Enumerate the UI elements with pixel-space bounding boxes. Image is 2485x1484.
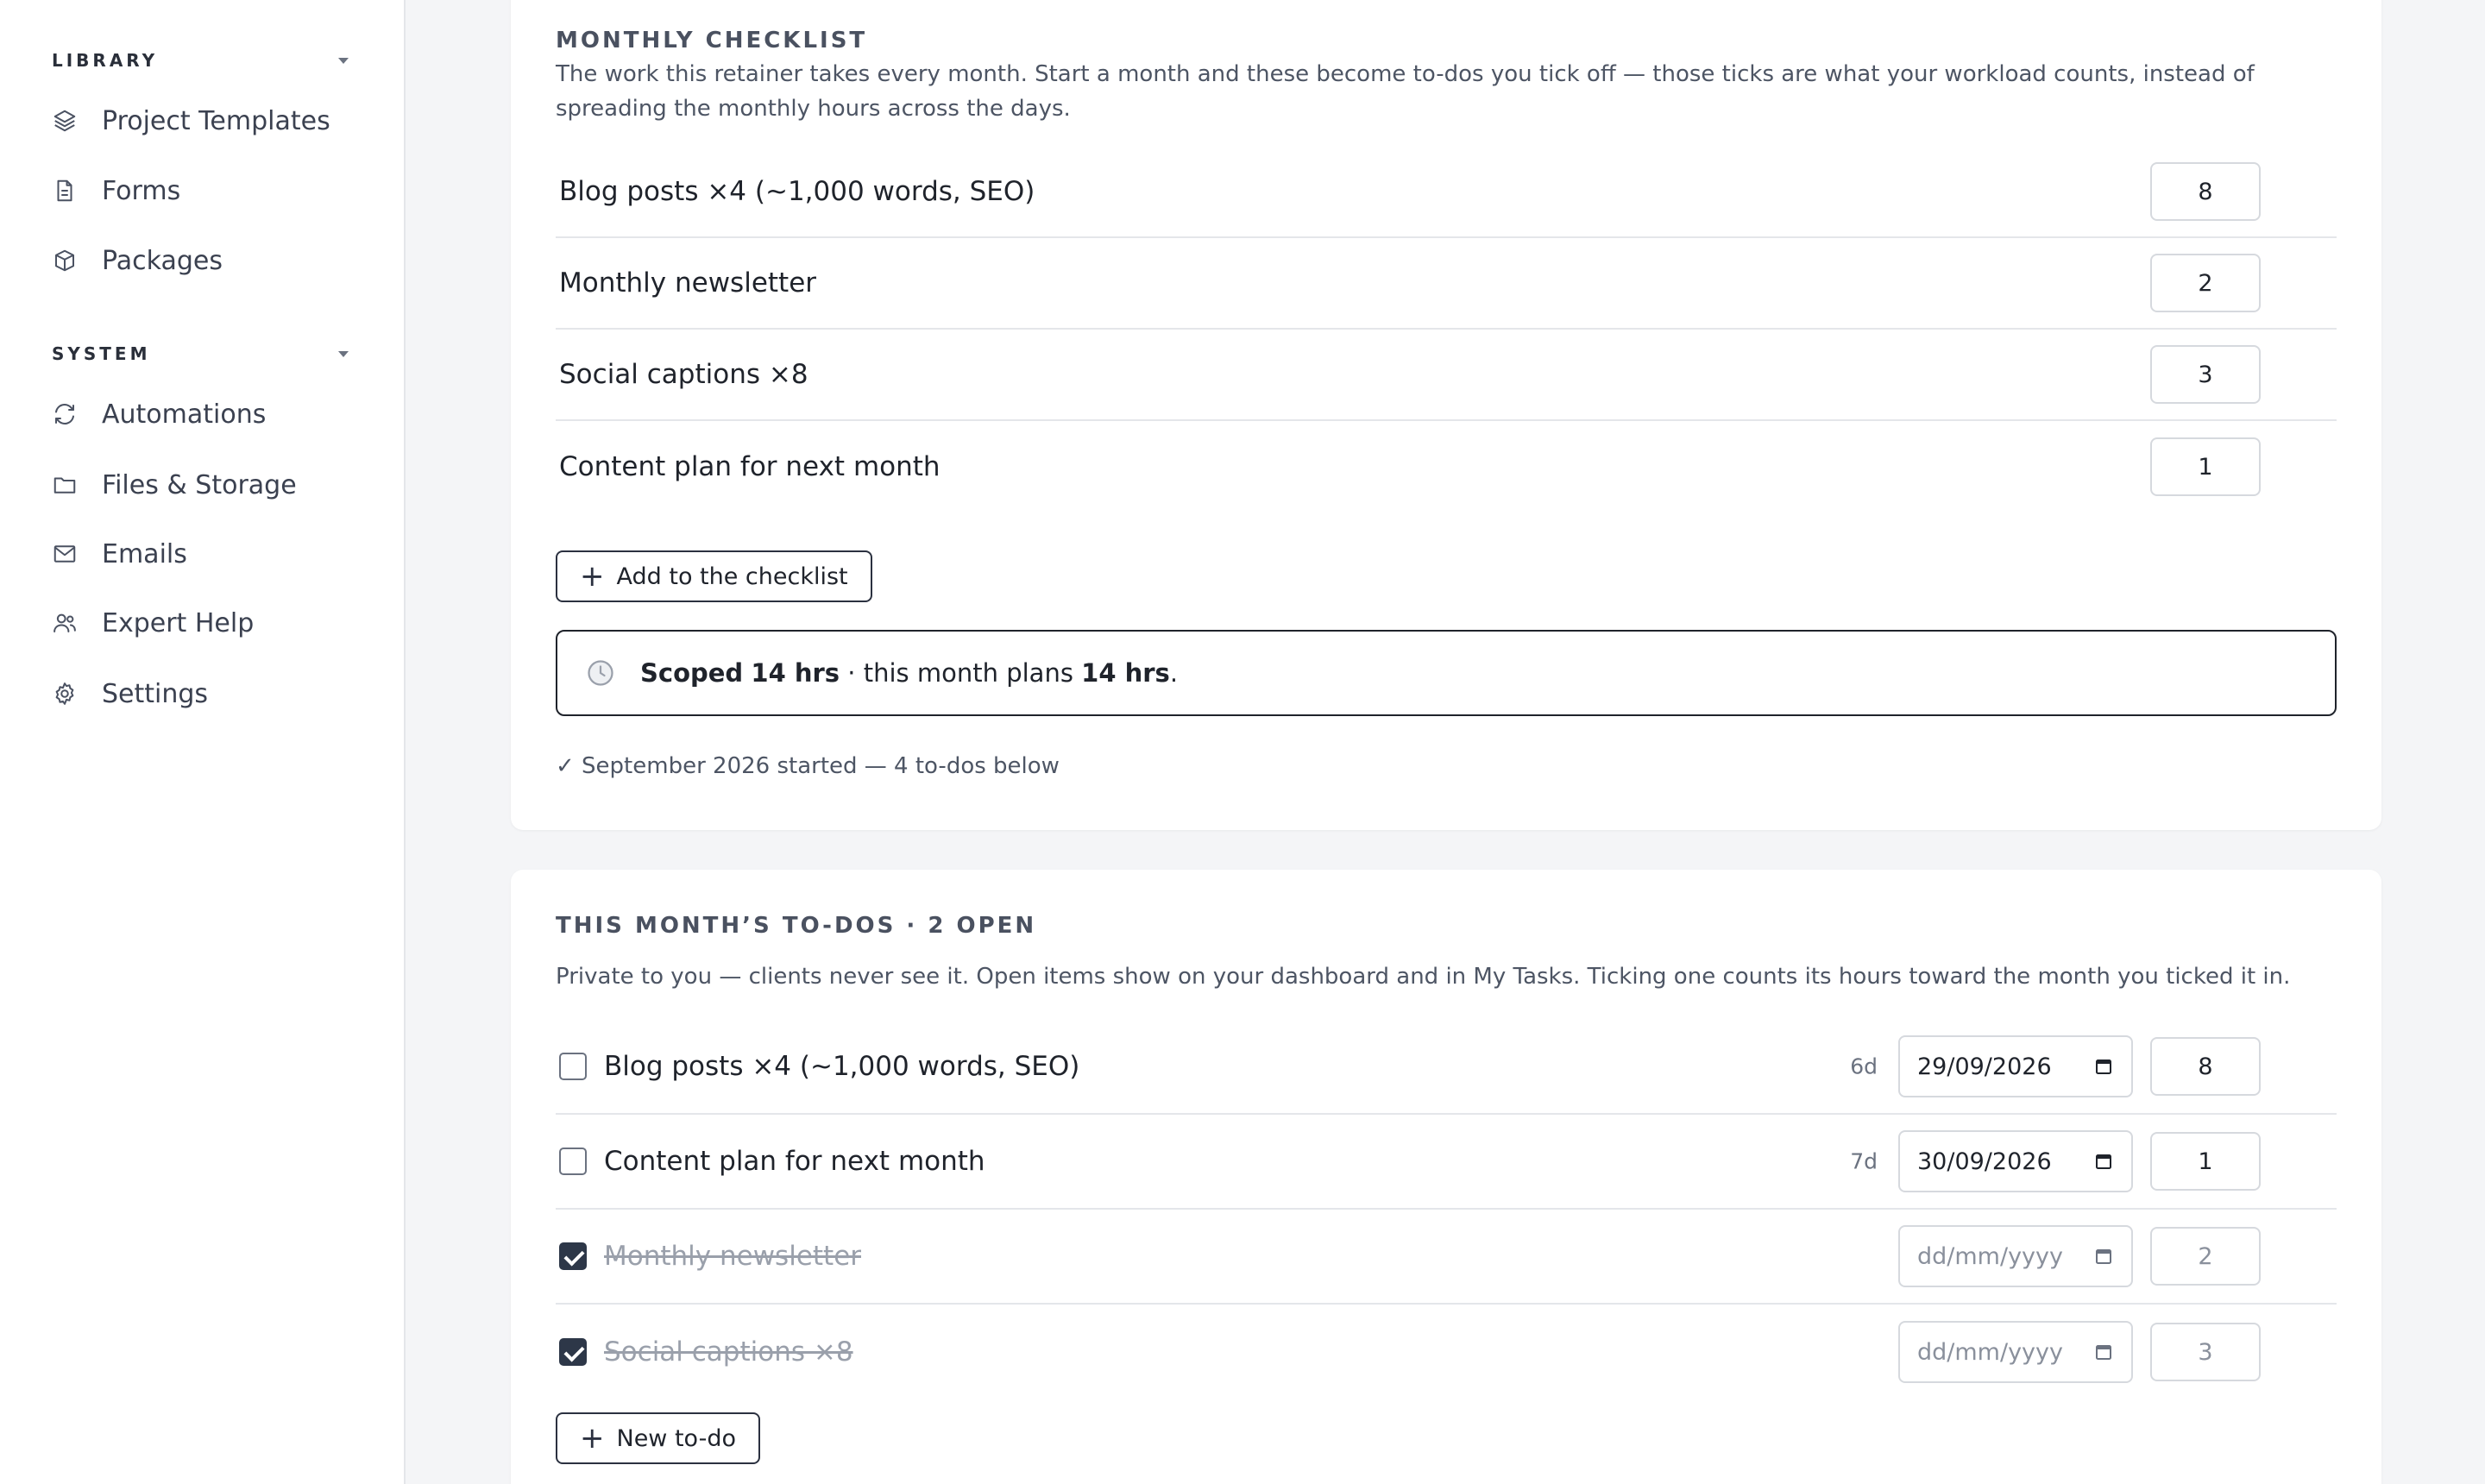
chevron-down-icon[interactable] bbox=[338, 350, 349, 357]
todo-label: Social captions ×8 bbox=[604, 1336, 853, 1368]
days-remaining: 7d bbox=[1850, 1148, 1878, 1174]
summary-end: . bbox=[1169, 658, 1179, 688]
sidebar-item-settings[interactable]: Settings bbox=[52, 672, 369, 715]
refresh-icon bbox=[55, 404, 74, 424]
sidebar-item-label: Packages bbox=[102, 245, 223, 276]
summary-middle: · this month plans bbox=[840, 658, 1082, 688]
checklist-row: Social captions ×8 3 bbox=[556, 330, 2337, 421]
sidebar-item-project-templates[interactable]: Project Templates bbox=[52, 99, 369, 142]
checklist-item-label: Blog posts ×4 (~1,000 words, SEO) bbox=[559, 176, 1035, 207]
system-section-header[interactable]: SYSTEM bbox=[52, 343, 349, 364]
due-date-value: 30/09/2026 bbox=[1917, 1148, 2052, 1175]
due-date-placeholder: dd/mm/yyyy bbox=[1917, 1242, 2063, 1270]
hours-input[interactable]: 8 bbox=[2150, 1037, 2261, 1096]
todo-checkbox[interactable] bbox=[559, 1242, 587, 1270]
todo-label: Blog posts ×4 (~1,000 words, SEO) bbox=[604, 1051, 1080, 1082]
checklist-row: Blog posts ×4 (~1,000 words, SEO) 8 bbox=[556, 147, 2337, 238]
sidebar-item-emails[interactable]: Emails bbox=[52, 532, 369, 575]
sidebar-item-label: Forms bbox=[102, 175, 181, 206]
calendar-icon[interactable] bbox=[2093, 1342, 2114, 1362]
sidebar-item-label: Files & Storage bbox=[102, 469, 297, 500]
calendar-icon[interactable] bbox=[2093, 1246, 2114, 1267]
hours-input[interactable]: 3 bbox=[2150, 1323, 2261, 1381]
sidebar-item-label: Expert Help bbox=[102, 607, 255, 638]
library-heading: LIBRARY bbox=[52, 50, 159, 71]
calendar-icon[interactable] bbox=[2093, 1151, 2114, 1172]
plus-icon: + bbox=[580, 559, 605, 594]
mail-icon bbox=[53, 545, 76, 563]
sidebar-item-files-storage[interactable]: Files & Storage bbox=[52, 463, 369, 506]
due-date-input[interactable]: 30/09/2026 bbox=[1898, 1130, 2133, 1192]
summary-scoped-value: 14 hrs bbox=[751, 658, 840, 688]
checklist-description: The work this retainer takes every month… bbox=[556, 61, 2255, 122]
plus-icon: + bbox=[580, 1421, 605, 1456]
sidebar: LIBRARY Project Templates Forms Packages… bbox=[0, 0, 406, 1484]
hours-input[interactable]: 3 bbox=[2150, 345, 2261, 404]
users-icon bbox=[53, 613, 76, 632]
add-to-checklist-label: Add to the checklist bbox=[616, 563, 848, 590]
todo-label: Monthly newsletter bbox=[604, 1241, 862, 1272]
sidebar-item-automations[interactable]: Automations bbox=[52, 393, 369, 436]
month-started-status: ✓ September 2026 started — 4 to-dos belo… bbox=[556, 753, 1060, 779]
new-todo-label: New to-do bbox=[616, 1424, 736, 1452]
chevron-down-icon[interactable] bbox=[338, 57, 349, 64]
hours-input[interactable]: 8 bbox=[2150, 162, 2261, 221]
sidebar-item-label: Automations bbox=[102, 399, 267, 430]
due-date-placeholder: dd/mm/yyyy bbox=[1917, 1338, 2063, 1366]
new-todo-button[interactable]: + New to-do bbox=[556, 1412, 760, 1464]
sidebar-item-label: Emails bbox=[102, 538, 187, 569]
sidebar-item-label: Settings bbox=[102, 678, 209, 709]
add-to-checklist-button[interactable]: + Add to the checklist bbox=[556, 550, 872, 602]
calendar-icon[interactable] bbox=[2093, 1056, 2114, 1077]
checklist-row: Monthly newsletter 2 bbox=[556, 238, 2337, 330]
folder-icon bbox=[53, 477, 76, 494]
todo-checkbox[interactable] bbox=[559, 1053, 587, 1080]
due-date-input[interactable]: 29/09/2026 bbox=[1898, 1035, 2133, 1097]
monthly-todos-card: THIS MONTH’S TO-DOS · 2 OPEN Private to … bbox=[511, 870, 2381, 1484]
summary-scoped-label: Scoped bbox=[640, 658, 744, 688]
document-icon bbox=[57, 179, 72, 202]
gear-icon bbox=[55, 682, 74, 705]
todo-checkbox[interactable] bbox=[559, 1338, 587, 1366]
checklist-item-label: Monthly newsletter bbox=[559, 267, 817, 299]
todo-row: Social captions ×8 dd/mm/yyyy 3 bbox=[556, 1305, 2337, 1399]
sidebar-item-packages[interactable]: Packages bbox=[52, 239, 369, 282]
todo-checkbox[interactable] bbox=[559, 1148, 587, 1175]
todos-title: THIS MONTH’S TO-DOS · 2 OPEN bbox=[556, 913, 1037, 939]
hours-input[interactable]: 2 bbox=[2150, 254, 2261, 312]
todo-label: Content plan for next month bbox=[604, 1146, 985, 1177]
checklist-title: MONTHLY CHECKLIST bbox=[556, 28, 868, 53]
days-remaining: 6d bbox=[1850, 1053, 1878, 1079]
hours-input[interactable]: 1 bbox=[2150, 1132, 2261, 1191]
due-date-value: 29/09/2026 bbox=[1917, 1053, 2052, 1080]
clock-icon bbox=[588, 660, 613, 686]
layers-icon bbox=[53, 110, 76, 132]
checklist-row: Content plan for next month 1 bbox=[556, 421, 2337, 512]
package-icon bbox=[55, 249, 74, 272]
due-date-input[interactable]: dd/mm/yyyy bbox=[1898, 1321, 2133, 1383]
todo-row: Content plan for next month 7d 30/09/202… bbox=[556, 1115, 2337, 1210]
due-date-input[interactable]: dd/mm/yyyy bbox=[1898, 1225, 2133, 1287]
todo-row: Blog posts ×4 (~1,000 words, SEO) 6d 29/… bbox=[556, 1020, 2337, 1115]
todo-row: Monthly newsletter dd/mm/yyyy 2 bbox=[556, 1210, 2337, 1305]
library-section-header[interactable]: LIBRARY bbox=[52, 50, 349, 71]
todos-description: Private to you — clients never see it. O… bbox=[556, 964, 2291, 990]
summary-text: Scoped 14 hrs · this month plans 14 hrs. bbox=[640, 658, 1178, 688]
sidebar-item-label: Project Templates bbox=[102, 105, 330, 136]
scoped-hours-summary: Scoped 14 hrs · this month plans 14 hrs. bbox=[556, 630, 2337, 716]
sidebar-item-expert-help[interactable]: Expert Help bbox=[52, 601, 369, 645]
hours-input[interactable]: 1 bbox=[2150, 437, 2261, 496]
summary-plans-value: 14 hrs bbox=[1081, 658, 1170, 688]
hours-input[interactable]: 2 bbox=[2150, 1227, 2261, 1286]
monthly-checklist-card: MONTHLY CHECKLIST The work this retainer… bbox=[511, 0, 2381, 830]
checklist-item-label: Social captions ×8 bbox=[559, 359, 808, 390]
checklist-item-label: Content plan for next month bbox=[559, 451, 941, 482]
sidebar-item-forms[interactable]: Forms bbox=[52, 169, 369, 212]
system-heading: SYSTEM bbox=[52, 343, 151, 364]
